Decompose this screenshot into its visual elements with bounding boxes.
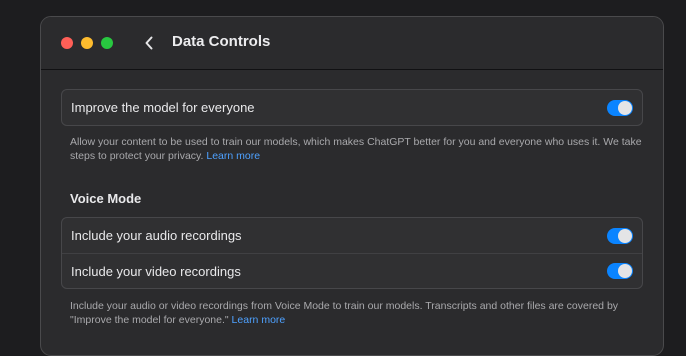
audio-recordings-toggle[interactable] [607, 227, 633, 244]
improve-model-card: Improve the model for everyone [61, 89, 643, 126]
voice-mode-heading: Voice Mode [70, 191, 142, 206]
improve-model-label: Improve the model for everyone [71, 100, 255, 115]
improve-learn-more-link[interactable]: Learn more [206, 150, 260, 162]
improve-model-row: Improve the model for everyone [62, 90, 642, 125]
toggle-knob [618, 228, 632, 243]
zoom-window-button[interactable] [101, 37, 113, 49]
voice-mode-card: Include your audio recordings Include yo… [61, 217, 643, 289]
improve-model-description: Allow your content to be used to train o… [70, 135, 650, 163]
voice-mode-description-text: Include your audio or video recordings f… [70, 300, 619, 326]
page-title: Data Controls [172, 33, 271, 50]
voice-learn-more-link[interactable]: Learn more [232, 314, 286, 326]
audio-recordings-row: Include your audio recordings [62, 218, 642, 253]
video-recordings-row: Include your video recordings [62, 253, 642, 288]
close-window-button[interactable] [61, 37, 73, 49]
video-recordings-label: Include your video recordings [71, 263, 241, 279]
minimize-window-button[interactable] [81, 37, 93, 49]
chevron-left-icon [145, 36, 153, 50]
back-button[interactable] [139, 31, 159, 55]
toggle-knob [618, 264, 632, 278]
toggle-knob [618, 100, 632, 115]
data-controls-window: Data Controls Improve the model for ever… [40, 16, 664, 356]
improve-model-description-text: Allow your content to be used to train o… [70, 136, 642, 162]
video-recordings-toggle[interactable] [607, 263, 633, 279]
title-bar: Data Controls [41, 17, 663, 70]
improve-model-toggle[interactable] [607, 99, 633, 116]
voice-mode-description: Include your audio or video recordings f… [70, 299, 650, 327]
audio-recordings-label: Include your audio recordings [71, 228, 242, 243]
